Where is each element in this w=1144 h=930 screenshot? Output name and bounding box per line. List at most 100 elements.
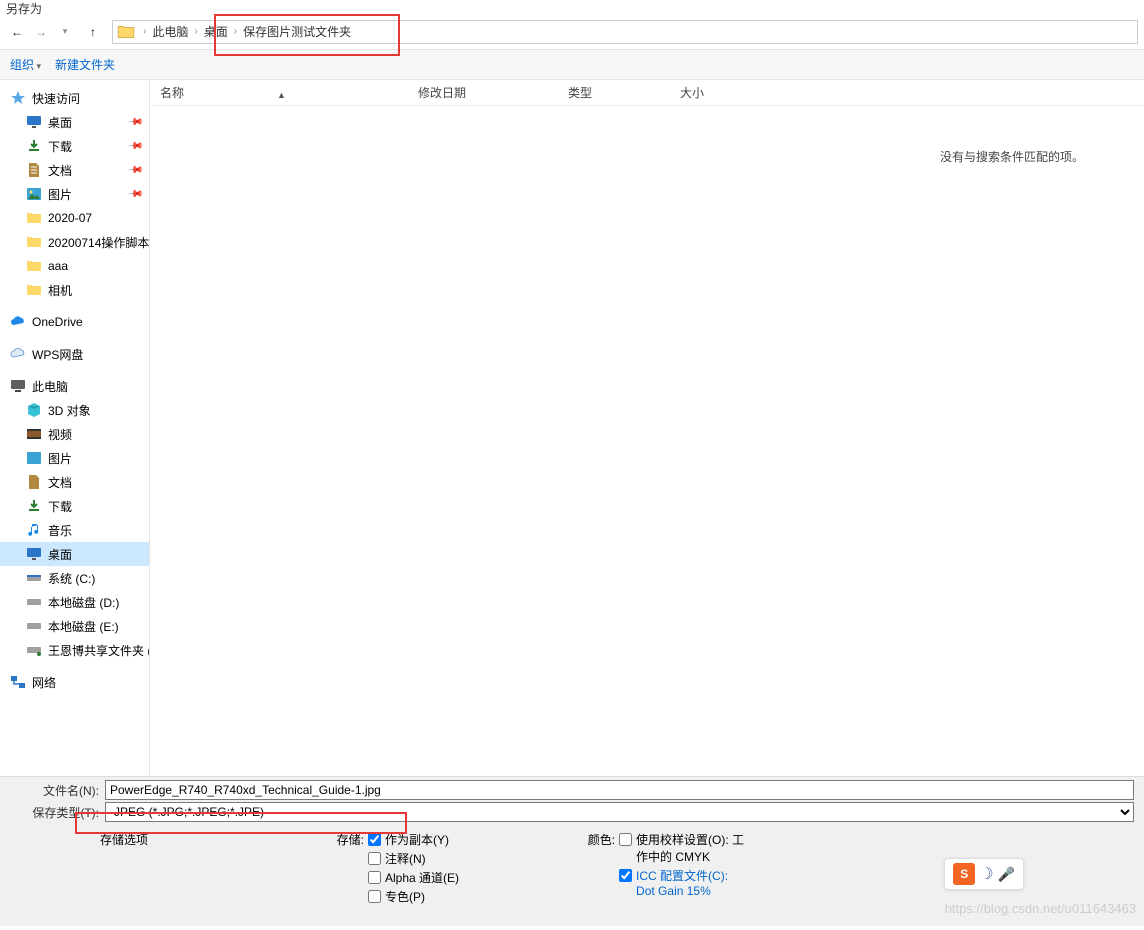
save-option-group: 存储: 作为副本(Y) 注释(N) Alpha 通道(E) 专色(P) bbox=[308, 831, 459, 905]
label: 音乐 bbox=[48, 522, 72, 539]
sidebar-onedrive[interactable]: OneDrive bbox=[0, 310, 149, 334]
sidebar-item-desktop[interactable]: 桌面 bbox=[0, 542, 149, 566]
star-icon bbox=[10, 90, 26, 106]
column-size[interactable]: 大小 bbox=[670, 84, 770, 101]
sidebar-item-downloads[interactable]: 下载 📌 bbox=[0, 134, 149, 158]
sidebar-item-folder[interactable]: 2020-07 bbox=[0, 206, 149, 230]
organize-button[interactable]: 组织 bbox=[10, 56, 41, 73]
label: 网络 bbox=[32, 674, 56, 691]
sidebar-this-pc[interactable]: 此电脑 bbox=[0, 374, 149, 398]
sidebar-item-documents[interactable]: 文档 bbox=[0, 470, 149, 494]
checkbox-spot[interactable]: 专色(P) bbox=[368, 888, 459, 905]
filetype-row: 保存类型(T): JPEG (*.JPG;*.JPEG;*.JPE) bbox=[0, 799, 1144, 821]
sidebar-item-drive-c[interactable]: 系统 (C:) bbox=[0, 566, 149, 590]
sidebar-item-desktop[interactable]: 桌面 📌 bbox=[0, 110, 149, 134]
label: WPS网盘 bbox=[32, 346, 83, 363]
sidebar-item-pictures[interactable]: 图片 bbox=[0, 446, 149, 470]
main-area: 快速访问 桌面 📌 下载 📌 文档 📌 图片 📌 2020-07 2 bbox=[0, 80, 1144, 776]
label: 20200714操作脚本 bbox=[48, 234, 149, 251]
label: 图片 bbox=[48, 450, 72, 467]
breadcrumb-desktop[interactable]: 桌面 bbox=[202, 23, 230, 40]
label: 快速访问 bbox=[32, 90, 80, 107]
sidebar-item-3d[interactable]: 3D 对象 bbox=[0, 398, 149, 422]
checkbox-comments[interactable]: 注释(N) bbox=[368, 850, 459, 867]
computer-icon bbox=[10, 378, 26, 394]
pin-icon: 📌 bbox=[126, 114, 143, 131]
label: 王恩博共享文件夹 ( bbox=[48, 642, 150, 659]
window-title: 另存为 bbox=[0, 0, 1144, 14]
label: 下载 bbox=[48, 138, 72, 155]
label: 系统 (C:) bbox=[48, 570, 95, 587]
sidebar-item-folder[interactable]: aaa bbox=[0, 254, 149, 278]
sidebar-quick-access[interactable]: 快速访问 bbox=[0, 86, 149, 110]
folder-icon bbox=[26, 282, 42, 298]
column-date[interactable]: 修改日期 bbox=[408, 84, 558, 101]
sidebar-item-music[interactable]: 音乐 bbox=[0, 518, 149, 542]
pin-icon: 📌 bbox=[126, 186, 143, 203]
sidebar-item-folder[interactable]: 相机 bbox=[0, 278, 149, 302]
checkbox-icc[interactable]: ICC 配置文件(C):Dot Gain 15% bbox=[619, 867, 744, 898]
sidebar-item-drive-e[interactable]: 本地磁盘 (E:) bbox=[0, 614, 149, 638]
checkbox-alpha[interactable]: Alpha 通道(E) bbox=[368, 869, 459, 886]
nav-back-button[interactable]: ← bbox=[6, 21, 28, 43]
watermark: https://blog.csdn.net/u011643463 bbox=[945, 901, 1136, 916]
column-type[interactable]: 类型 bbox=[558, 84, 670, 101]
save-sublabel: 存储: bbox=[308, 831, 368, 905]
ime-toolbar[interactable]: S ☽ 🎤 bbox=[944, 858, 1024, 890]
pin-icon: 📌 bbox=[126, 138, 143, 155]
label: 相机 bbox=[48, 282, 72, 299]
breadcrumb-pc[interactable]: 此电脑 bbox=[150, 23, 190, 40]
mic-icon[interactable]: 🎤 bbox=[998, 866, 1015, 883]
filename-input[interactable] bbox=[105, 780, 1134, 800]
picture-icon bbox=[26, 450, 42, 466]
breadcrumb-folder[interactable]: 保存图片测试文件夹 bbox=[241, 23, 353, 40]
checkbox-as-copy[interactable]: 作为副本(Y) bbox=[368, 831, 459, 848]
label: 桌面 bbox=[48, 546, 72, 563]
label: 本地磁盘 (E:) bbox=[48, 618, 119, 635]
sort-indicator-icon: ▲ bbox=[277, 90, 286, 100]
cloud-icon bbox=[10, 346, 26, 362]
color-sublabel: 颜色: bbox=[559, 831, 619, 905]
navigation-pane: 快速访问 桌面 📌 下载 📌 文档 📌 图片 📌 2020-07 2 bbox=[0, 80, 150, 776]
ime-logo-icon: S bbox=[953, 863, 975, 885]
cloud-icon bbox=[10, 314, 26, 330]
sidebar-item-documents[interactable]: 文档 📌 bbox=[0, 158, 149, 182]
sidebar-item-pictures[interactable]: 图片 📌 bbox=[0, 182, 149, 206]
chevron-right-icon: › bbox=[139, 26, 150, 37]
label: 3D 对象 bbox=[48, 402, 91, 419]
folder-icon bbox=[117, 23, 135, 41]
nav-recent-dropdown[interactable]: ▾ bbox=[54, 21, 76, 43]
label: 图片 bbox=[48, 186, 72, 203]
folder-icon bbox=[26, 258, 42, 274]
checkbox-proof[interactable]: 使用校样设置(O): 工作中的 CMYK bbox=[619, 831, 744, 865]
chevron-right-icon: › bbox=[230, 26, 241, 37]
empty-message: 没有与搜索条件匹配的项。 bbox=[150, 106, 1144, 165]
moon-icon[interactable]: ☽ bbox=[979, 864, 993, 884]
pin-icon: 📌 bbox=[126, 162, 143, 179]
desktop-icon bbox=[26, 114, 42, 130]
sidebar-item-drive-d[interactable]: 本地磁盘 (D:) bbox=[0, 590, 149, 614]
label: OneDrive bbox=[32, 315, 83, 329]
sidebar-wps[interactable]: WPS网盘 bbox=[0, 342, 149, 366]
storage-options-label: 存储选项 bbox=[100, 831, 148, 905]
sidebar-item-downloads[interactable]: 下载 bbox=[0, 494, 149, 518]
filename-label: 文件名(N): bbox=[10, 782, 105, 799]
file-list-area: 名称 修改日期 类型 大小 ▲ 没有与搜索条件匹配的项。 bbox=[150, 80, 1144, 776]
music-icon bbox=[26, 522, 42, 538]
label: aaa bbox=[48, 259, 68, 273]
document-icon bbox=[26, 474, 42, 490]
nav-forward-button[interactable]: → bbox=[30, 21, 52, 43]
desktop-icon bbox=[26, 546, 42, 562]
nav-up-button[interactable]: ↑ bbox=[82, 21, 104, 43]
label: 桌面 bbox=[48, 114, 72, 131]
drive-icon bbox=[26, 570, 42, 586]
address-bar[interactable]: › 此电脑 › 桌面 › 保存图片测试文件夹 bbox=[112, 20, 1138, 44]
new-folder-button[interactable]: 新建文件夹 bbox=[55, 56, 115, 73]
filetype-select[interactable]: JPEG (*.JPG;*.JPEG;*.JPE) bbox=[105, 802, 1134, 822]
picture-icon bbox=[26, 186, 42, 202]
save-panel: 文件名(N): 保存类型(T): JPEG (*.JPG;*.JPEG;*.JP… bbox=[0, 776, 1144, 926]
sidebar-network[interactable]: 网络 bbox=[0, 670, 149, 694]
sidebar-item-folder[interactable]: 20200714操作脚本 bbox=[0, 230, 149, 254]
sidebar-item-netdrive[interactable]: 王恩博共享文件夹 ( bbox=[0, 638, 149, 662]
sidebar-item-videos[interactable]: 视频 bbox=[0, 422, 149, 446]
